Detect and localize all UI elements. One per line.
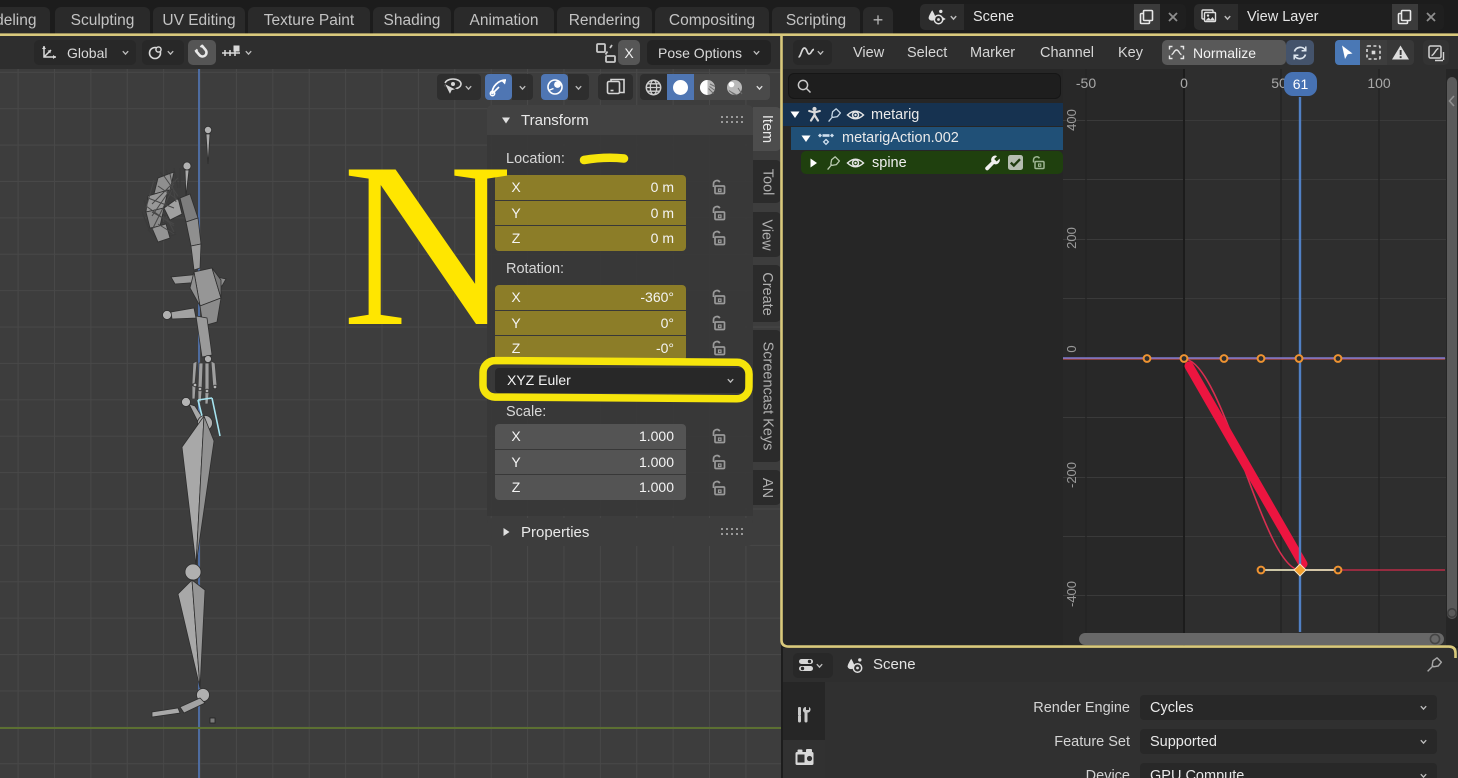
svg-text:0: 0 — [1180, 75, 1188, 91]
svg-text:61: 61 — [1293, 76, 1309, 92]
svg-text:200: 200 — [1064, 227, 1079, 249]
svg-text:-200: -200 — [1064, 462, 1079, 488]
svg-text:0: 0 — [1064, 345, 1079, 352]
svg-text:-400: -400 — [1064, 581, 1079, 607]
svg-text:-50: -50 — [1076, 75, 1096, 91]
svg-text:400: 400 — [1064, 109, 1079, 131]
svg-text:100: 100 — [1367, 75, 1391, 91]
